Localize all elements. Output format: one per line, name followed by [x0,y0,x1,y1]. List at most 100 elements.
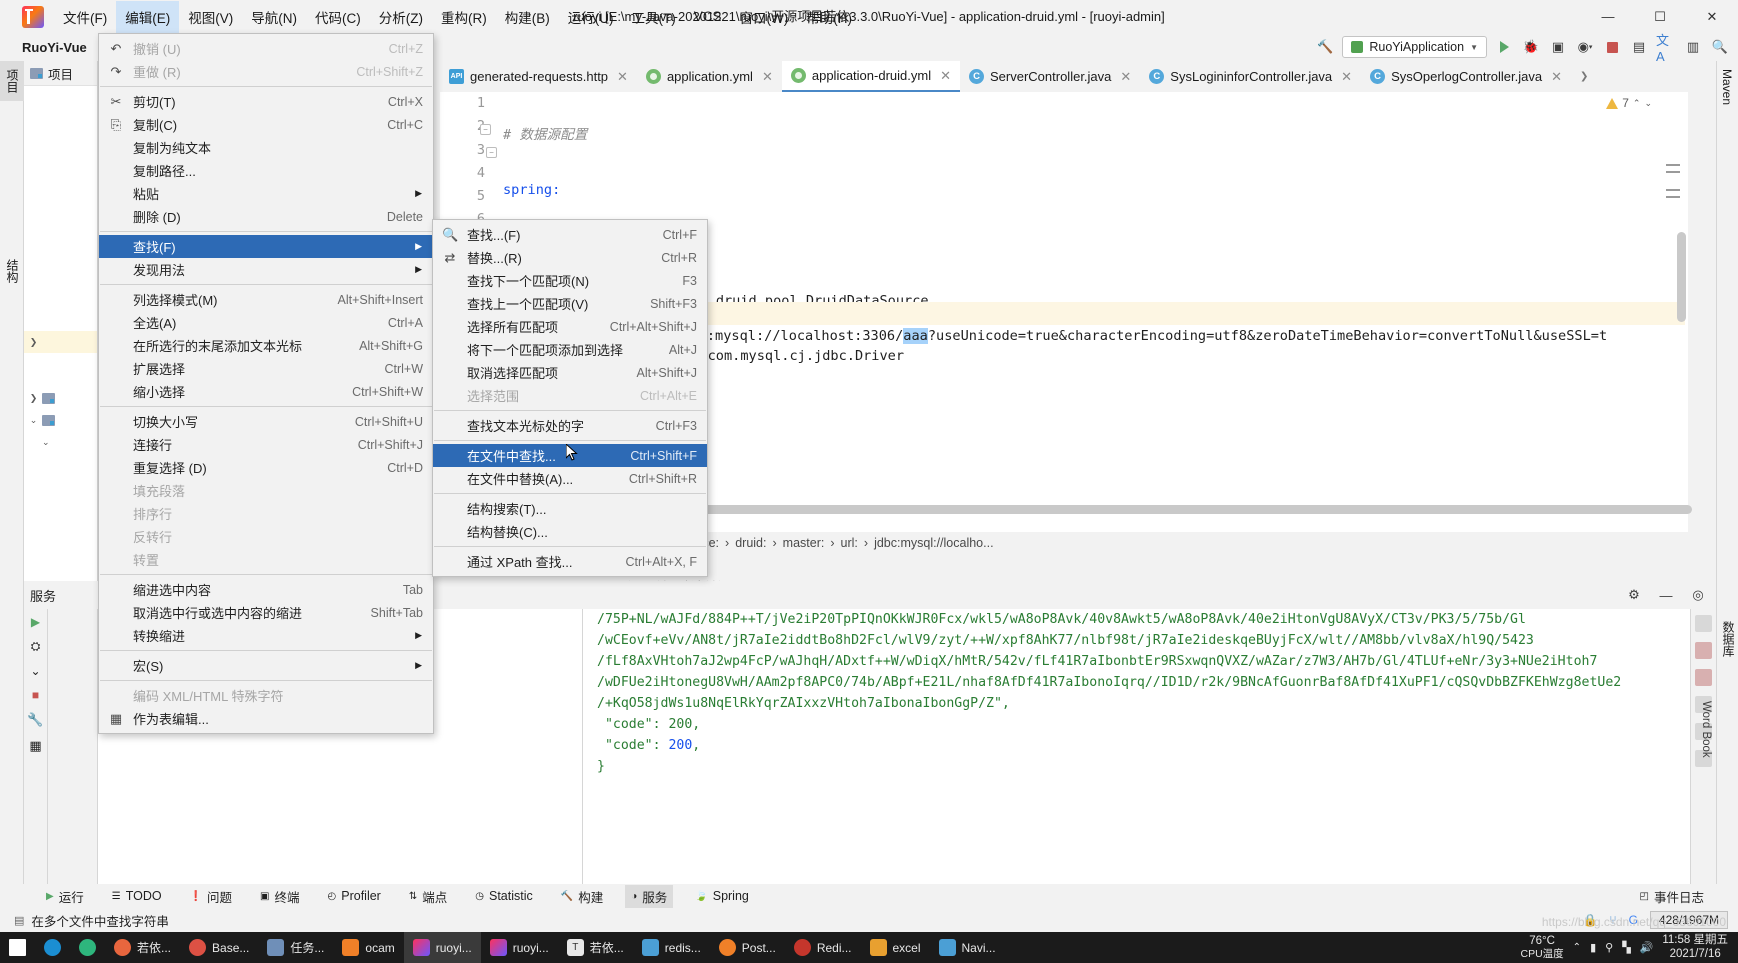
stop-button[interactable] [1602,37,1622,57]
bottom-tab-services[interactable]: ◑ 服务 [625,884,674,908]
submenu-item-find-word-at-caret[interactable]: 查找文本光标处的字 Ctrl+F3 [433,414,707,437]
search-everywhere-icon[interactable]: 🔍 [1710,37,1730,57]
close-icon[interactable]: ✕ [1341,69,1352,85]
submenu-item-search-structurally[interactable]: 结构搜索(T)... [433,497,707,520]
menu-build[interactable]: 构建(B) [496,1,559,33]
taskbar-item-redis[interactable]: Redi... [785,932,861,963]
editor-tab-generated-requests[interactable]: API generated-requests.http ✕ [440,61,637,92]
taskbar-start-button[interactable] [0,932,35,963]
tree-node-row[interactable]: ❯ [24,331,97,353]
attach-debugger-icon[interactable]: ▤ [1629,37,1649,57]
tool-tab-database[interactable]: 数据库 [1717,613,1738,665]
minimize-button[interactable]: — [1582,0,1634,33]
close-icon[interactable]: ✕ [940,68,951,84]
wrench-icon[interactable]: 🔧 [27,712,43,728]
editor-marker-bar[interactable] [1666,122,1680,203]
menu-item-unindent-selection[interactable]: 取消选中行或选中内容的缩进 Shift+Tab [99,601,433,624]
soft-wrap-icon[interactable] [1695,615,1712,632]
menu-item-undo[interactable]: ↶ 撤销 (U) Ctrl+Z [99,37,433,60]
breadcrumb-item[interactable]: druid: [735,536,766,550]
close-button[interactable]: ✕ [1686,0,1738,33]
taskbar-item-postman[interactable]: Post... [710,932,785,963]
menu-item-find[interactable]: 查找(F) ▶ [99,235,433,258]
chevron-down-icon[interactable]: ⌄ [1644,98,1652,109]
editor-tab-application-druid-yml[interactable]: application-druid.yml ✕ [781,61,960,92]
menu-item-edit-as-table[interactable]: ▦ 作为表编辑... [99,707,433,730]
filter-icon[interactable]: ⛭ [31,639,41,654]
menu-item-convert-indents[interactable]: 转换缩进 ▶ [99,624,433,647]
taskbar-item-ocam[interactable]: ocam [333,932,403,963]
submenu-item-replace-in-files[interactable]: 在文件中替换(A)... Ctrl+Shift+R [433,467,707,490]
bottom-tab-endpoints[interactable]: ⇅ 端点 [403,885,453,908]
chevron-up-icon[interactable]: ⌃ [1633,98,1641,109]
usb-icon[interactable]: ⚲ [1605,941,1613,954]
close-icon[interactable]: ✕ [762,69,773,85]
tool-tab-maven[interactable]: Maven [1717,61,1737,113]
tree-node-row[interactable]: ❯ [24,387,97,409]
inspection-warnings-badge[interactable]: 7 ⌃ ⌄ [1606,96,1652,110]
editor-tab-overflow-icon[interactable]: ❯ [1571,61,1598,92]
bottom-tab-build[interactable]: 🔨 构建 [555,885,609,908]
editor-tab-syslogininfor-controller[interactable]: C SysLogininforController.java ✕ [1140,61,1362,92]
menu-item-extend-selection[interactable]: 扩展选择 Ctrl+W [99,357,433,380]
taskbar-clock[interactable]: 11:58 星期五 2021/7/16 [1662,934,1728,960]
bottom-tab-spring[interactable]: 🍃 Spring [689,887,755,905]
menu-view[interactable]: 视图(V) [179,1,242,33]
event-log-button[interactable]: ◰ 事件日志 [1640,884,1704,908]
editor-tab-application-yml[interactable]: application.yml ✕ [636,61,782,92]
bottom-tab-todo[interactable]: ☰ TODO [106,887,168,905]
hide-icon[interactable]: — [1656,585,1676,605]
editor-tab-server-controller[interactable]: C ServerController.java ✕ [960,61,1141,92]
close-icon[interactable]: ✕ [1551,69,1562,85]
menu-analyze[interactable]: 分析(Z) [370,1,432,33]
chevron-down-icon[interactable]: ⌄ [28,437,50,448]
menu-navigate[interactable]: 导航(N) [242,1,306,33]
menu-item-copy[interactable]: ⎘ 复制(C) Ctrl+C [99,113,433,136]
stop-icon[interactable]: ■ [32,688,39,702]
submenu-item-unselect-occurrence[interactable]: 取消选择匹配项 Alt+Shift+J [433,361,707,384]
chevron-up-icon[interactable]: ⌃ [1573,942,1581,953]
menu-run[interactable]: 运行(U) [559,1,623,33]
tool-tab-structure[interactable]: 结构 [0,251,25,291]
word-book-tab[interactable]: Word Book [1700,701,1712,758]
taskbar-item-edge[interactable] [35,932,70,963]
submenu-item-select-range[interactable]: 选择范围 Ctrl+Alt+E [433,384,707,407]
submenu-item-find-by-xpath[interactable]: 通过 XPath 查找... Ctrl+Alt+X, F [433,550,707,573]
menu-vcs[interactable]: VCS [685,3,731,30]
layout-icon[interactable]: ▥ [1683,37,1703,57]
taskbar-item-excel[interactable]: excel [861,932,930,963]
taskbar-item-redis-desktop[interactable]: redis... [633,932,710,963]
menu-item-column-selection-mode[interactable]: 列选择模式(M) Alt+Shift+Insert [99,288,433,311]
menu-window[interactable]: 窗口(W) [731,1,798,33]
menu-item-redo[interactable]: ↷ 重做 (R) Ctrl+Shift+Z [99,60,433,83]
taskbar-item-chrome[interactable]: Base... [180,932,258,963]
submenu-item-find-next[interactable]: 查找下一个匹配项(N) F3 [433,269,707,292]
chevron-down-icon[interactable]: ⌄ [30,664,40,678]
print-icon[interactable] [1695,669,1712,686]
maximize-button[interactable]: ☐ [1634,0,1686,33]
menu-refactor[interactable]: 重构(R) [432,1,496,33]
volume-icon[interactable]: 🔊 [1640,941,1654,954]
menu-item-reverse-lines[interactable]: 反转行 [99,525,433,548]
services-console-output[interactable]: /75P+NL/wAJFd/884P++T/jVe2iP20TpPIQnOKkW… [583,609,1716,884]
editor-vertical-scrollbar[interactable] [1677,232,1686,322]
menu-item-copy-as-plain-text[interactable]: 复制为纯文本 [99,136,433,159]
taskbar-item-typora[interactable]: T 若依... [558,932,633,963]
menu-item-toggle-case[interactable]: 切换大小写 Ctrl+Shift+U [99,410,433,433]
menu-item-join-lines[interactable]: 连接行 Ctrl+Shift+J [99,433,433,456]
taskbar-item-firefox[interactable]: 若依... [105,932,180,963]
run-configuration-selector[interactable]: RuoYiApplication ▼ [1342,36,1487,58]
submenu-item-replace[interactable]: ⇄ 替换...(R) Ctrl+R [433,246,707,269]
taskbar-item-task-manager[interactable]: 任务... [258,932,333,963]
settings-gear-icon[interactable]: ⚙ [1624,585,1644,605]
tree-node-row[interactable]: ⌄ [24,431,97,453]
menu-item-fill-paragraph[interactable]: 填充段落 [99,479,433,502]
breadcrumb-item[interactable]: jdbc:mysql://localho... [874,536,994,550]
menu-item-sort-lines[interactable]: 排序行 [99,502,433,525]
chevron-right-icon[interactable]: ❯ [28,337,39,348]
breadcrumb-item[interactable]: master: [783,536,825,550]
submenu-item-replace-structurally[interactable]: 结构替换(C)... [433,520,707,543]
submenu-item-add-selection-next-occurrence[interactable]: 将下一个匹配项添加到选择 Alt+J [433,338,707,361]
menu-item-select-all[interactable]: 全选(A) Ctrl+A [99,311,433,334]
menu-item-indent-selection[interactable]: 缩进选中内容 Tab [99,578,433,601]
